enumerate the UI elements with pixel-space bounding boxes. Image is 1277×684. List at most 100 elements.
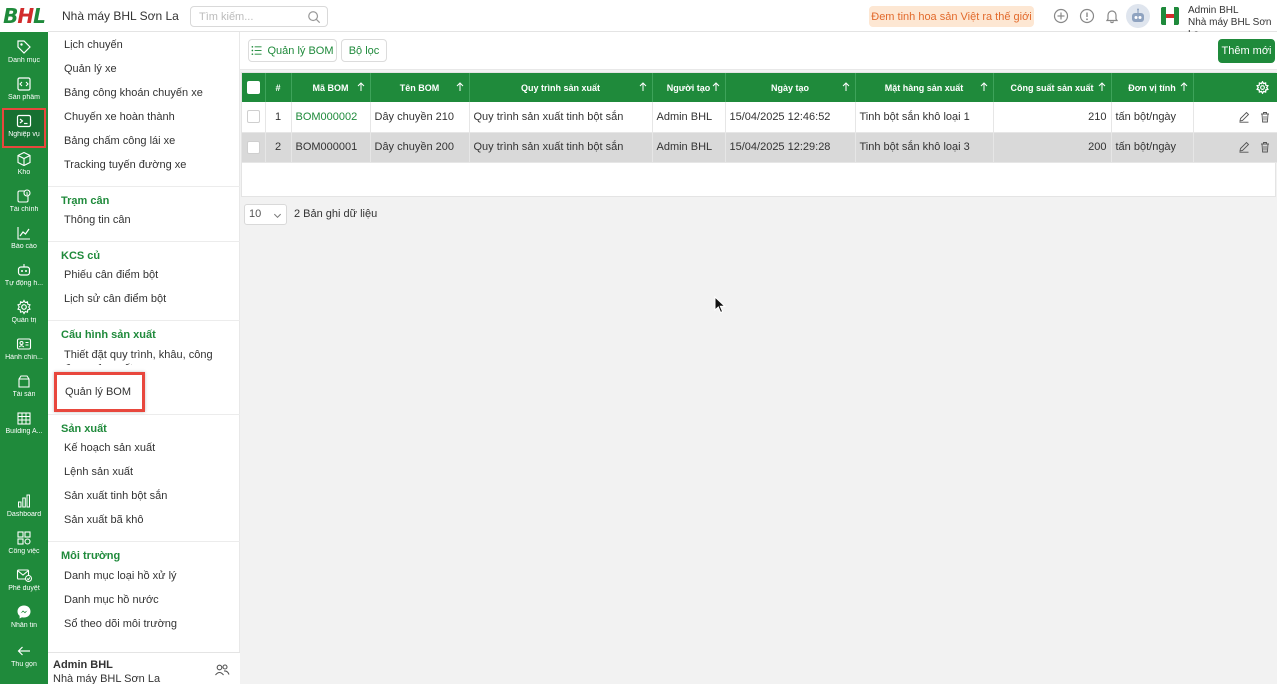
- col-header-mat-hang[interactable]: Mặt hàng sản xuất: [855, 73, 994, 102]
- user-avatar[interactable]: [1158, 4, 1182, 28]
- tab-quan-ly-bom[interactable]: Quản lý BOM: [248, 39, 337, 62]
- divider: [48, 320, 240, 321]
- factory-name: Nhà máy BHL Sơn La: [62, 9, 179, 23]
- edit-icon[interactable]: [1238, 141, 1250, 153]
- submenu-item-lich-su-can[interactable]: Lịch sử cân điểm bột: [64, 293, 166, 305]
- submenu-item-quan-ly-xe[interactable]: Quản lý xe: [64, 63, 117, 75]
- bell-icon[interactable]: [1104, 8, 1120, 24]
- rail-item-cong-viec[interactable]: Công việc: [0, 527, 48, 563]
- sort-arrow-icon[interactable]: [456, 82, 464, 92]
- grid-icon: [17, 531, 31, 545]
- submenu-item-so-theo-doi[interactable]: Sổ theo dõi môi trường: [64, 618, 177, 630]
- search-box[interactable]: [190, 6, 328, 27]
- chevron-down-icon: [273, 213, 282, 219]
- sort-arrow-icon[interactable]: [1098, 82, 1106, 92]
- rail-item-tu-dong-hoa[interactable]: Tự động h...: [0, 259, 48, 295]
- col-header-quy-trinh[interactable]: Quy trình sản xuất: [469, 73, 653, 102]
- sort-arrow-icon[interactable]: [712, 82, 720, 92]
- search-input[interactable]: [191, 7, 301, 26]
- submenu-footer: Admin BHL Nhà máy BHL Sơn La: [48, 652, 240, 684]
- submenu-item-phieu-can[interactable]: Phiếu cân điểm bột: [64, 269, 158, 281]
- submenu-item-thong-tin-can[interactable]: Thông tin cân: [64, 214, 131, 226]
- submenu-item-lich-chuyen[interactable]: Lịch chuyến: [64, 39, 123, 51]
- divider: [48, 541, 240, 542]
- sort-arrow-icon[interactable]: [842, 82, 850, 92]
- footer-factory: Nhà máy BHL Sơn La: [53, 673, 161, 684]
- cell-actions: [1193, 102, 1277, 133]
- gear-icon[interactable]: [1255, 80, 1269, 95]
- col-header-nguoi-tao[interactable]: Người tạo: [652, 73, 726, 102]
- rail-item-nhan-tin[interactable]: Nhắn tin: [0, 601, 48, 637]
- row-select-cell: [242, 102, 266, 133]
- trash-icon[interactable]: [1259, 141, 1271, 153]
- rail-item-kho[interactable]: Kho: [0, 148, 48, 184]
- sort-arrow-icon[interactable]: [1180, 82, 1188, 92]
- rail-item-danh-muc[interactable]: Danh mục: [0, 36, 48, 72]
- info-circle-icon[interactable]: [1079, 8, 1095, 24]
- submenu-item-sx-tinh-bot[interactable]: Sản xuất tinh bột sắn: [64, 490, 167, 502]
- add-new-button[interactable]: Thêm mới: [1218, 39, 1275, 63]
- users-switch-icon[interactable]: [214, 662, 230, 678]
- divider: [48, 414, 240, 415]
- submenu-item-ho-nuoc[interactable]: Danh mục hồ nước: [64, 594, 159, 606]
- trash-icon[interactable]: [1259, 111, 1271, 123]
- submenu-group-tram-can: Trạm cân: [61, 195, 110, 207]
- user-name: Admin BHL: [1188, 5, 1239, 16]
- rail-item-thu-gon[interactable]: Thu gọn: [0, 640, 48, 676]
- page-size-select[interactable]: 10: [244, 204, 287, 225]
- rail-item-hanh-chinh[interactable]: Hành chín...: [0, 333, 48, 369]
- messenger-icon: [17, 605, 31, 619]
- rail-item-tai-san[interactable]: Tài sản: [0, 370, 48, 406]
- select-all-checkbox[interactable]: [246, 81, 260, 94]
- rail-item-quan-tri[interactable]: Quản trị: [0, 296, 48, 332]
- col-header-cong-suat[interactable]: Công suất sản xuất: [993, 73, 1112, 102]
- divider: [48, 241, 240, 242]
- submenu-item-lenh-san-xuat[interactable]: Lệnh sản xuất: [64, 466, 133, 478]
- ai-assistant-avatar[interactable]: [1126, 4, 1150, 28]
- submenu-item-bang-cong-khoan[interactable]: Bảng công khoán chuyến xe: [64, 87, 203, 99]
- submenu-item-chuyen-xe-hoan-thanh[interactable]: Chuyến xe hoàn thành: [64, 111, 175, 123]
- cell-ten-bom: Dây chuyền 210: [370, 102, 470, 133]
- col-header-settings: [1193, 73, 1277, 102]
- submenu-item-loai-ho[interactable]: Danh mục loại hồ xử lý: [64, 570, 177, 582]
- submenu-item-quan-ly-bom[interactable]: Quản lý BOM: [54, 372, 145, 412]
- col-header-ma-bom[interactable]: Mã BOM: [291, 73, 371, 102]
- row-checkbox[interactable]: [246, 140, 260, 154]
- sort-arrow-icon[interactable]: [980, 82, 988, 92]
- col-header-don-vi[interactable]: Đơn vị tính: [1111, 73, 1194, 102]
- row-checkbox[interactable]: [246, 110, 260, 124]
- submenu-item-tracking[interactable]: Tracking tuyến đường xe: [64, 159, 186, 171]
- asset-icon: [18, 375, 30, 388]
- edit-icon[interactable]: [1238, 111, 1250, 123]
- submenu-group-moi-truong: Môi trường: [61, 550, 121, 562]
- rail-item-building[interactable]: Building A...: [0, 407, 48, 443]
- submenu-item-thiet-dat-quy-trinh[interactable]: Thiết đặt quy trình, khâu, công đoạn sản…: [64, 348, 224, 365]
- rail-item-nghiep-vu[interactable]: Nghiệp vụ: [2, 108, 46, 148]
- submenu-group-cau-hinh: Cấu hình sản xuất: [61, 329, 156, 341]
- col-header-ngay-tao[interactable]: Ngày tạo: [725, 73, 856, 102]
- col-header-ten-bom[interactable]: Tên BOM: [370, 73, 470, 102]
- bom-code-link[interactable]: BOM000002: [296, 111, 358, 123]
- submenu-item-sx-ba-kho[interactable]: Sản xuất bã khô: [64, 514, 144, 526]
- submenu-item-ke-hoach[interactable]: Kế hoạch sản xuất: [64, 442, 155, 454]
- bom-table-container: # Mã BOM Tên BOM Quy trình sản xuất Ngườ…: [241, 72, 1277, 225]
- filter-button[interactable]: Bộ lọc: [341, 39, 387, 62]
- cell-quy-trinh: Quy trình sản xuất tinh bột sắn: [469, 132, 653, 163]
- rail-item-phe-duyet[interactable]: Phê duyệt: [0, 564, 48, 600]
- plus-circle-icon[interactable]: [1053, 8, 1069, 24]
- bom-code-text[interactable]: BOM000001: [296, 141, 358, 153]
- rail-item-san-pham[interactable]: Sản phẩm: [0, 73, 48, 109]
- table-row[interactable]: 1 BOM000002 Dây chuyền 210 Quy trình sản…: [242, 102, 1277, 133]
- col-header-index: #: [265, 73, 292, 102]
- rail-item-dashboard[interactable]: Dashboard: [0, 490, 48, 526]
- search-icon[interactable]: [307, 10, 321, 24]
- building-icon: [17, 412, 31, 425]
- rail-item-bao-cao[interactable]: Báo cáo: [0, 222, 48, 258]
- cell-nguoi-tao: Admin BHL: [652, 132, 726, 163]
- sort-arrow-icon[interactable]: [357, 82, 365, 92]
- bhl-logo[interactable]: BHL: [0, 0, 48, 32]
- sort-arrow-icon[interactable]: [639, 82, 647, 92]
- rail-item-tai-chinh[interactable]: $ Tài chính: [0, 185, 48, 221]
- table-row[interactable]: 2 BOM000001 Dây chuyền 200 Quy trình sản…: [242, 132, 1277, 163]
- submenu-item-bang-cham-cong[interactable]: Bảng chấm công lái xe: [64, 135, 175, 147]
